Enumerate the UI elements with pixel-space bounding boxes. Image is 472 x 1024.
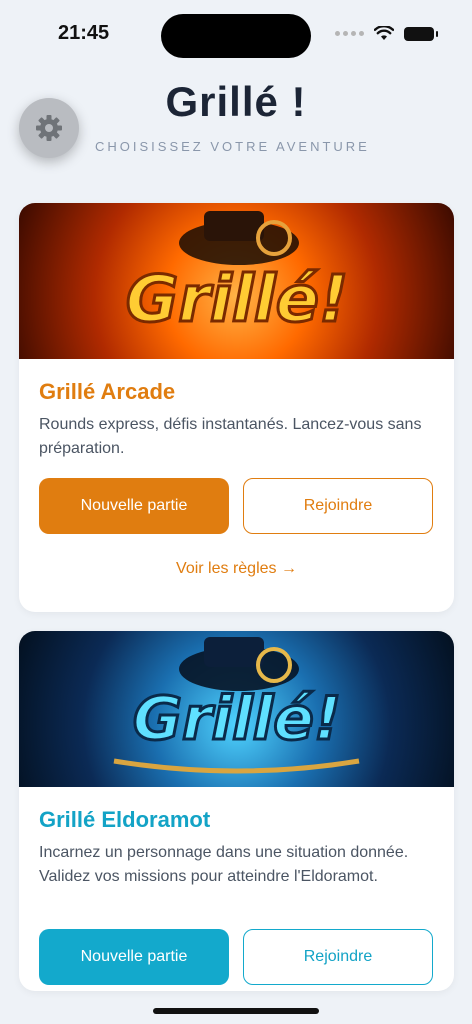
status-icons (335, 26, 438, 41)
signal-icon (335, 31, 364, 36)
status-bar: 21:45 (0, 0, 472, 70)
card-description: Rounds express, défis instantanés. Lance… (39, 416, 422, 457)
arcade-logo-text: Grillé! (126, 263, 349, 337)
eldoramot-banner-image: Grillé! (19, 631, 454, 787)
card-title: Grillé Eldoramot (39, 807, 211, 832)
game-card-eldoramot: Grillé! Grillé Eldoramot Incarnez un per… (19, 631, 454, 991)
card-description: Incarnez un personnage dans une situatio… (39, 844, 409, 885)
dynamic-island (161, 14, 311, 58)
page-subtitle: CHOISISSEZ VOTRE AVENTURE (95, 139, 370, 154)
arcade-banner-image: Grillé! (19, 203, 454, 359)
join-button[interactable]: Rejoindre (243, 478, 433, 534)
wifi-icon (374, 26, 394, 40)
new-game-button[interactable]: Nouvelle partie (39, 478, 229, 534)
join-button[interactable]: Rejoindre (243, 929, 433, 985)
eldoramot-logo-text: Grillé! (133, 684, 342, 754)
new-game-button[interactable]: Nouvelle partie (39, 929, 229, 985)
battery-icon (404, 26, 438, 41)
game-card-arcade: Grillé! Grillé Arcade Rounds express, dé… (19, 203, 454, 612)
rules-link[interactable]: Voir les règles → (19, 560, 454, 578)
home-indicator[interactable] (153, 1008, 319, 1014)
card-title: Grillé Arcade (39, 379, 176, 404)
page-title: Grillé ! (165, 78, 307, 125)
status-time: 21:45 (58, 22, 110, 44)
